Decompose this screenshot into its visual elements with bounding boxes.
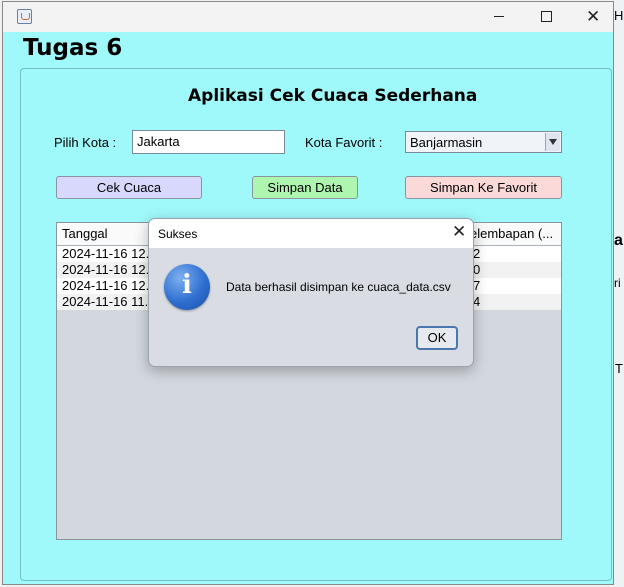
save-data-button[interactable]: Simpan Data — [252, 176, 358, 199]
table-cell: 0 — [473, 262, 481, 277]
table-cell: 2024-11-16 12... — [62, 278, 157, 293]
favorite-city-label: Kota Favorit : — [305, 135, 383, 150]
java-app-icon — [17, 9, 32, 24]
success-dialog: Sukses ✕ i Data berhasil disimpan ke cua… — [148, 218, 474, 367]
column-header-humidity[interactable]: elembapan (... — [470, 226, 553, 241]
table-cell: 7 — [473, 278, 481, 293]
page-heading: Tugas 6 — [23, 35, 123, 61]
background-text-fragment: He — [614, 8, 624, 23]
title-bar[interactable]: ✕ — [3, 2, 613, 32]
minimize-icon — [494, 16, 504, 17]
background-text-fragment: ri — [614, 276, 621, 290]
background-text-fragment: T — [615, 361, 623, 376]
minimize-button[interactable] — [476, 2, 522, 32]
column-header-date[interactable]: Tanggal — [62, 226, 108, 241]
favorite-city-value: Banjarmasin — [410, 135, 483, 150]
dialog-message: Data berhasil disimpan ke cuaca_data.csv — [226, 280, 451, 294]
table-cell: 2 — [473, 246, 481, 261]
info-icon: i — [164, 264, 210, 310]
ok-button[interactable]: OK — [416, 326, 458, 350]
table-cell: 2024-11-16 12... — [62, 262, 157, 277]
form-title: Aplikasi Cek Cuaca Sederhana — [188, 86, 478, 106]
favorite-city-select[interactable]: Banjarmasin — [405, 131, 562, 153]
dialog-close-icon[interactable]: ✕ — [452, 221, 466, 243]
save-favorite-button[interactable]: Simpan Ke Favorit — [405, 176, 562, 199]
chevron-down-icon[interactable] — [545, 133, 560, 151]
dialog-title-bar[interactable]: Sukses ✕ — [149, 219, 473, 248]
table-cell: 4 — [473, 294, 481, 309]
table-cell: 2024-11-16 12... — [62, 246, 157, 261]
check-weather-button[interactable]: Cek Cuaca — [56, 176, 202, 199]
dialog-title: Sukses — [158, 227, 198, 241]
city-label: Pilih Kota : — [54, 135, 117, 150]
close-icon: ✕ — [586, 7, 601, 27]
table-cell: 2024-11-16 11... — [62, 294, 156, 309]
city-input[interactable]: Jakarta — [132, 130, 285, 154]
maximize-icon — [541, 11, 552, 22]
background-text-fragment: a — [614, 232, 623, 249]
